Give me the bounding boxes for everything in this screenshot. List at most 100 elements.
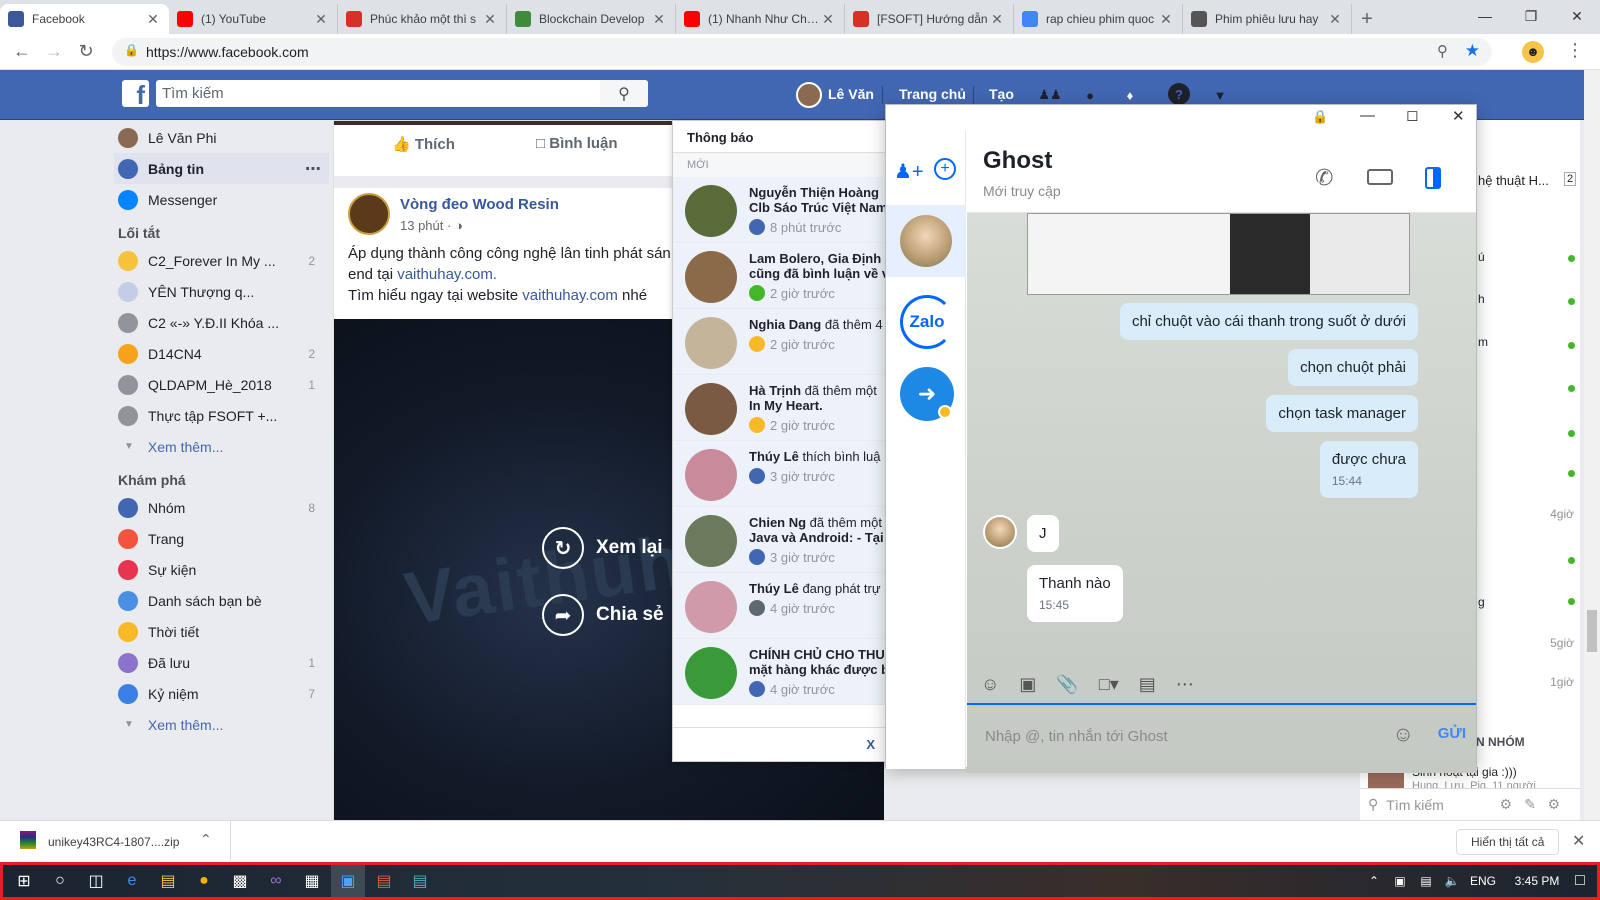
video-call-icon[interactable]	[1367, 169, 1393, 185]
sticker-icon[interactable]: ☺	[981, 674, 999, 695]
more-options-icon[interactable]: ⋯	[305, 159, 321, 179]
send-button[interactable]: GỬI	[1438, 725, 1466, 742]
outgoing-message[interactable]: chọn chuột phải	[1288, 349, 1418, 386]
main-nav-item[interactable]: Messenger	[118, 184, 323, 215]
close-icon[interactable]: ✕	[1452, 107, 1465, 125]
close-tab-icon[interactable]: ✕	[989, 11, 1005, 28]
chevron-up-icon[interactable]: ⌃	[200, 831, 212, 848]
remote-desktop-icon[interactable]: ▤	[403, 865, 437, 897]
notification-item[interactable]: CHÍNH CHỦ CHO THU mặt hàng khác được bà 4 …	[673, 639, 885, 705]
close-window-icon[interactable]: ✕	[1554, 0, 1600, 32]
message-input[interactable]: Nhập @, tin nhắn tới Ghost ☺ GỬI	[967, 705, 1476, 767]
close-download-bar-icon[interactable]: ✕	[1572, 831, 1585, 851]
contact-card-icon[interactable]: ▤	[1139, 674, 1156, 695]
browser-tab[interactable]: [FSOFT] Hướng dẫn ✕	[845, 4, 1014, 34]
bookmark-star-icon[interactable]: ★	[1465, 41, 1480, 61]
add-friend-icon[interactable]: ♟+	[894, 159, 924, 184]
notification-item[interactable]: Chien Ng đã thêm một Java và Android: - T…	[673, 507, 885, 573]
extension-emoji-icon[interactable]: ☻	[1522, 41, 1544, 63]
minimize-icon[interactable]: —	[1462, 0, 1508, 32]
start-windows-icon[interactable]: ⊞	[7, 865, 41, 897]
notification-item[interactable]: Lam Bolero, Gia Định cũng đã bình luận về…	[673, 243, 885, 309]
new-tab-icon[interactable]: +	[1352, 4, 1382, 34]
close-tab-icon[interactable]: ✕	[1327, 11, 1343, 28]
notification-item[interactable]: Nghia Dang đã thêm 42 giờ trước	[673, 309, 885, 375]
chat-contact-fragment[interactable]: m	[1478, 335, 1488, 349]
incoming-message[interactable]: J	[1027, 515, 1059, 552]
attachment-icon[interactable]: 📎	[1056, 674, 1078, 695]
voice-call-icon[interactable]: ✆	[1315, 165, 1333, 191]
zalo-app-icon[interactable]: Zalo	[900, 295, 954, 349]
show-all-downloads-button[interactable]: Hiển thị tất cả	[1456, 829, 1560, 855]
explore-item[interactable]: Nhóm 8	[118, 492, 323, 523]
comment-button[interactable]: □ Bình luận	[536, 135, 618, 152]
minimize-icon[interactable]: —	[1360, 107, 1375, 124]
back-icon[interactable]: ←	[6, 36, 38, 68]
emoji-icon[interactable]: ☺	[1393, 723, 1414, 747]
shortcut-item[interactable]: YÊN Thượng q...	[118, 276, 323, 307]
post-link[interactable]: vaithuhay.com.	[397, 266, 497, 283]
chat-search-bar[interactable]: ⚲ Tìm kiếm ⚙ ✎ ⚙	[1360, 788, 1580, 820]
shortcut-item[interactable]: C2 «-» Y.Đ.II Khóa ...	[118, 307, 323, 338]
sender-avatar[interactable]	[983, 515, 1017, 549]
close-tab-icon[interactable]: ✕	[651, 11, 667, 28]
outgoing-message[interactable]: chỉ chuột vào cái thanh trong suốt ở dướ…	[1119, 303, 1418, 340]
fb-search-input[interactable]: Tìm kiếm	[156, 80, 648, 107]
chat-contact-fragment[interactable]: h	[1478, 292, 1485, 306]
screenshot-icon[interactable]: □▾	[1099, 674, 1119, 695]
cortana-icon[interactable]: ○	[43, 865, 77, 897]
close-tab-icon[interactable]: ✕	[313, 11, 329, 28]
file-explorer-icon[interactable]: ▤	[151, 865, 185, 897]
close-tab-icon[interactable]: ✕	[482, 11, 498, 28]
restore-icon[interactable]: ❐	[1508, 0, 1554, 32]
browser-tab[interactable]: (1) YouTube ✕	[169, 4, 338, 34]
profile-shortcut[interactable]: Lê Văn Phi	[118, 122, 323, 153]
explore-item[interactable]: Danh sách bạn bè	[118, 585, 323, 616]
profile-link[interactable]: Lê Văn	[828, 86, 874, 102]
explore-item[interactable]: Kỷ niệm 7	[118, 678, 323, 709]
task-view-icon[interactable]: ◫	[79, 865, 113, 897]
explore-item[interactable]: Sự kiện	[118, 554, 323, 585]
chat-contact-fragment[interactable]: g	[1478, 595, 1485, 609]
page-name-link[interactable]: Vòng đeo Wood Resin	[400, 196, 559, 213]
browser-tab[interactable]: Facebook ✕	[0, 4, 169, 34]
url-field[interactable]: 🔒 https://www.facebook.com ⚲ ★	[112, 38, 1492, 66]
scrollbar-thumb[interactable]	[1587, 610, 1597, 652]
shared-screenshot-image[interactable]	[1027, 213, 1410, 295]
download-file-link[interactable]: unikey43RC4-1807....zip	[48, 835, 179, 849]
outgoing-message[interactable]: chọn task manager	[1266, 395, 1418, 432]
active-conversation[interactable]	[886, 205, 966, 277]
clock[interactable]: 3:45 PM	[1507, 865, 1567, 897]
notification-item[interactable]: Thúy Lê đang phát trự 4 giờ trước	[673, 573, 885, 639]
explore-item[interactable]: Thời tiết	[118, 616, 323, 647]
photos-icon[interactable]: ▦	[295, 865, 329, 897]
replay-button[interactable]: ↻ Xem lại	[542, 527, 663, 569]
outgoing-message[interactable]: được chưa 15:44	[1319, 441, 1418, 498]
shortcut-item[interactable]: C2_Forever In My ... 2	[118, 245, 323, 276]
search-icon[interactable]: ⚲	[600, 80, 648, 107]
shortcut-item[interactable]: QLDAPM_Hè_2018 1	[118, 369, 323, 400]
compose-icon[interactable]: ✎	[1524, 796, 1536, 813]
shortcuts-see-more[interactable]: ▼ Xem thêm...	[118, 431, 323, 462]
close-tab-icon[interactable]: ✕	[145, 11, 161, 28]
shortcut-item[interactable]: D14CN4 2	[118, 338, 323, 369]
action-center-icon[interactable]: □	[1563, 865, 1597, 897]
browser-tab[interactable]: rap chieu phim quoc ✕	[1014, 4, 1183, 34]
shortcut-item[interactable]: Thực tập FSOFT +...	[118, 400, 323, 431]
incoming-message[interactable]: Thanh nào 15:45	[1027, 565, 1123, 622]
explore-item[interactable]: Đã lưu 1	[118, 647, 323, 678]
explore-see-more[interactable]: ▼ Xem thêm...	[118, 709, 323, 740]
post-time[interactable]: 13 phút · ◑	[400, 218, 463, 233]
new-chat-icon[interactable]: +	[934, 158, 956, 180]
page-avatar[interactable]	[348, 193, 390, 235]
browser-tab[interactable]: Phim phiêu lưu hay ✕	[1183, 4, 1352, 34]
website-link[interactable]: vaithuhay.com	[522, 287, 618, 304]
chrome-icon[interactable]: ●	[187, 865, 221, 897]
new-group-icon[interactable]: ⚙	[1547, 796, 1560, 813]
create-link[interactable]: Tạo	[989, 86, 1014, 102]
image-icon[interactable]: ▣	[1019, 674, 1036, 695]
winrar-icon[interactable]: ▤	[367, 865, 401, 897]
see-all-link[interactable]: X	[673, 727, 885, 761]
close-tab-icon[interactable]: ✕	[1158, 11, 1174, 28]
help-icon[interactable]: ?	[1168, 83, 1190, 105]
